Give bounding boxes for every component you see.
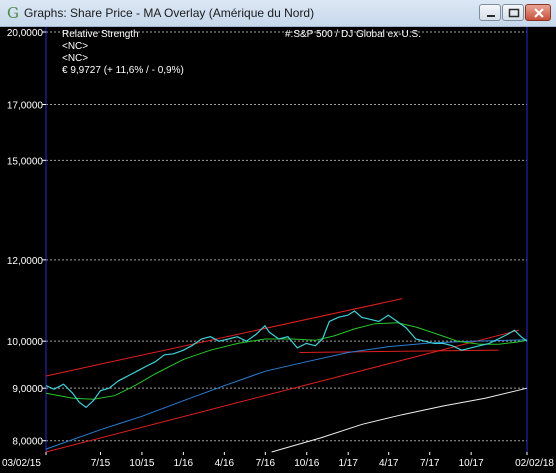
title-bar[interactable]: G Graphs: Share Price - MA Overlay (Amér…	[0, 0, 556, 27]
x-tick-label-3: 1/16	[174, 458, 194, 469]
x-tick-label-6: 10/16	[294, 458, 319, 469]
x-tick-label-2: 10/15	[129, 458, 154, 469]
legend-line-4: € 9,9727 (+ 11,6% / - 0,9%)	[62, 65, 184, 76]
y-tick-label-6: 8,0000	[12, 437, 43, 448]
x-tick-label-9: 7/17	[420, 458, 440, 469]
y-tick-label-4: 10,0000	[7, 337, 44, 348]
x-tick-label-10: 10/17	[459, 458, 484, 469]
y-tick-label-5: 9,0000	[12, 384, 43, 395]
series-ma-long	[271, 387, 528, 453]
minimize-icon	[487, 15, 495, 17]
legend-series-name: #:S&P 500 / DJ Global ex-U.S.	[285, 29, 421, 40]
y-tick-label-2: 15,0000	[7, 156, 44, 167]
x-tick-label-11: 02/02/18	[515, 458, 554, 469]
legend-line-2: <NC>	[62, 41, 88, 52]
x-tick-label-4: 4/16	[215, 458, 235, 469]
close-button[interactable]	[525, 4, 551, 21]
trendline-1	[45, 329, 520, 453]
x-tick-label-8: 4/17	[379, 458, 399, 469]
close-icon	[534, 8, 544, 18]
y-tick-label-0: 20,0000	[7, 28, 44, 39]
minimize-button[interactable]	[479, 4, 501, 21]
legend-line-1: Relative Strength	[62, 29, 139, 40]
maximize-button[interactable]	[502, 4, 524, 21]
maximize-icon	[508, 8, 520, 18]
legend-line-3: <NC>	[62, 53, 88, 64]
x-tick-label-1: 7/15	[91, 458, 111, 469]
window-title: Graphs: Share Price - MA Overlay (Amériq…	[24, 6, 315, 20]
y-tick-label-3: 12,0000	[7, 256, 44, 267]
y-tick-label-1: 17,0000	[7, 100, 44, 111]
trendline-0	[45, 298, 403, 377]
price-chart[interactable]: 20,0000 17,0000 15,0000 12,0000 10,0000 9,000…	[0, 27, 556, 473]
series-price	[45, 310, 528, 409]
app-icon: G	[7, 4, 19, 22]
trendline-2	[299, 349, 499, 353]
chart-area[interactable]: 20,0000 17,0000 15,0000 12,0000 10,0000 9,000…	[0, 27, 556, 473]
x-tick-label-0: 03/02/15	[2, 458, 41, 469]
x-tick-label-7: 1/17	[338, 458, 358, 469]
x-tick-label-5: 7/16	[256, 458, 276, 469]
